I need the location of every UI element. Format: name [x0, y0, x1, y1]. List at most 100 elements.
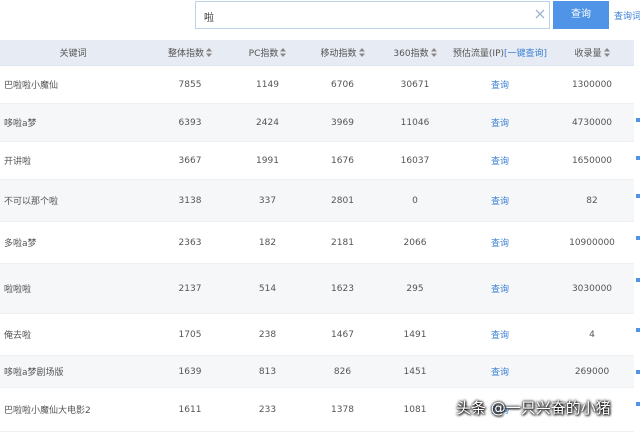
pc-cell: 813 — [258, 366, 277, 377]
mobile-cell: 3969 — [331, 117, 354, 128]
indexed-cell: 1300000 — [571, 79, 613, 90]
mobile-cell: 6706 — [331, 79, 354, 90]
table-row: 哆啦a梦剧场版 1639 813 826 1451 查询 269000 — [0, 356, 634, 388]
edge-mark — [636, 118, 640, 122]
pc-cell: 233 — [258, 404, 277, 415]
keyword-cell: 啦啦啦 — [4, 285, 32, 295]
mobile-cell: 1623 — [331, 283, 354, 294]
bulk-query-link[interactable]: [一键查询] — [504, 46, 547, 59]
traffic-cell: 查询 — [450, 66, 550, 103]
index-360-cell: 1451 — [403, 366, 427, 377]
mobile-cell: 2181 — [331, 237, 354, 248]
keyword-cell: 哆啦a梦 — [4, 119, 37, 129]
query-link[interactable]: 查询 — [491, 116, 509, 129]
table-row: 开讲啦 3667 1991 1676 16037 查询 1650000 — [0, 142, 634, 180]
right-edge-panel — [634, 40, 640, 434]
pc-cell: 182 — [258, 237, 277, 248]
sort-icon — [358, 48, 365, 57]
header-keyword: 关键词 — [59, 49, 87, 59]
pc-cell: 1149 — [256, 79, 279, 90]
table-row: 哆啦a梦 6393 2424 3969 11046 查询 4730000 — [0, 104, 634, 142]
index-360-cell: 16037 — [400, 155, 430, 166]
query-link[interactable]: 查询 — [491, 365, 509, 378]
table-row: 多啦a梦 2363 182 2181 2066 查询 10900000 — [0, 222, 634, 264]
header-indexed[interactable]: 收录量 — [550, 40, 634, 65]
indexed-cell: 3030000 — [571, 283, 613, 294]
overall-cell: 3667 — [178, 155, 202, 166]
keyword-cell: 多啦a梦 — [4, 239, 37, 249]
search-query-text: 啦 — [204, 13, 214, 24]
index-360-cell: 295 — [406, 283, 424, 294]
index-360-cell: 1491 — [403, 329, 427, 340]
edge-mark — [636, 236, 640, 240]
traffic-cell: 查询 — [450, 104, 550, 141]
table-header: 关键词 整体指数 PC指数 移动指数 360指数 预估流量(IP) [一键查询] … — [0, 40, 634, 66]
overall-cell: 2137 — [178, 283, 202, 294]
keyword-cell: 哆啦a梦剧场版 — [4, 368, 64, 378]
sort-icon — [280, 48, 287, 57]
keyword-table: 关键词 整体指数 PC指数 移动指数 360指数 预估流量(IP) [一键查询] … — [0, 40, 634, 432]
sort-icon — [430, 48, 437, 57]
traffic-cell: 查询 — [450, 180, 550, 221]
query-link[interactable]: 查询 — [491, 78, 509, 91]
traffic-cell: 查询 — [450, 314, 550, 355]
edge-mark — [636, 328, 640, 332]
mobile-cell: 1467 — [331, 329, 354, 340]
search-input[interactable]: 啦 — [195, 1, 550, 29]
index-360-cell: 2066 — [403, 237, 427, 248]
close-icon[interactable] — [533, 7, 547, 21]
overall-cell: 3138 — [178, 195, 202, 206]
traffic-cell: 查询 — [450, 356, 550, 387]
mobile-cell: 1378 — [331, 404, 354, 415]
pc-cell: 514 — [258, 283, 277, 294]
traffic-cell: 查询 — [450, 264, 550, 313]
indexed-cell: 4730000 — [571, 117, 613, 128]
indexed-cell: 10900000 — [569, 237, 615, 248]
keyword-cell: 巴啦啦小魔仙 — [4, 81, 59, 91]
header-overall-index[interactable]: 整体指数 — [150, 40, 230, 65]
query-link[interactable]: 查询 — [491, 236, 509, 249]
keyword-cell: 俺去啦 — [4, 331, 32, 341]
overall-cell: 1639 — [178, 366, 202, 377]
pc-cell: 2424 — [256, 117, 279, 128]
edge-mark — [636, 402, 640, 406]
overall-cell: 7855 — [178, 79, 202, 90]
query-words-link[interactable]: 查询词 — [614, 9, 640, 22]
query-link[interactable]: 查询 — [491, 194, 509, 207]
pc-cell: 337 — [258, 195, 277, 206]
header-mobile-index[interactable]: 移动指数 — [305, 40, 380, 65]
overall-cell: 2363 — [178, 237, 202, 248]
indexed-cell: 4 — [589, 329, 595, 340]
table-row: 啦啦啦 2137 514 1623 295 查询 3030000 — [0, 264, 634, 314]
pc-cell: 238 — [258, 329, 277, 340]
sort-icon — [603, 48, 610, 57]
header-360-index[interactable]: 360指数 — [380, 40, 450, 65]
edge-mark — [636, 278, 640, 282]
mobile-cell: 2801 — [331, 195, 354, 206]
edge-mark — [636, 370, 640, 374]
pc-cell: 1991 — [256, 155, 279, 166]
traffic-cell: 查询 — [450, 142, 550, 179]
index-360-cell: 11046 — [400, 117, 430, 128]
table-row: 俺去啦 1705 238 1467 1491 查询 4 — [0, 314, 634, 356]
indexed-cell: 1650000 — [571, 155, 613, 166]
watermark: 头条 @一只兴奋的小猪 — [456, 399, 611, 417]
index-360-cell: 1081 — [403, 404, 427, 415]
mobile-cell: 1676 — [331, 155, 354, 166]
search-button[interactable]: 查询 — [553, 1, 609, 29]
query-link[interactable]: 查询 — [491, 328, 509, 341]
edge-mark — [636, 156, 640, 160]
keyword-cell: 开讲啦 — [4, 157, 32, 167]
search-bar: 啦 查询 查询词 — [0, 0, 640, 40]
query-link[interactable]: 查询 — [491, 282, 509, 295]
header-pc-index[interactable]: PC指数 — [230, 40, 305, 65]
index-360-cell: 30671 — [400, 79, 430, 90]
indexed-cell: 269000 — [574, 366, 610, 377]
query-link[interactable]: 查询 — [491, 154, 509, 167]
mobile-cell: 826 — [333, 366, 352, 377]
table-row: 巴啦啦小魔仙 7855 1149 6706 30671 查询 1300000 — [0, 66, 634, 104]
traffic-cell: 查询 — [450, 222, 550, 263]
overall-cell: 1705 — [178, 329, 202, 340]
keyword-cell: 巴啦啦小魔仙大电影2 — [4, 406, 91, 416]
header-traffic: 预估流量(IP) [一键查询] — [450, 40, 550, 65]
